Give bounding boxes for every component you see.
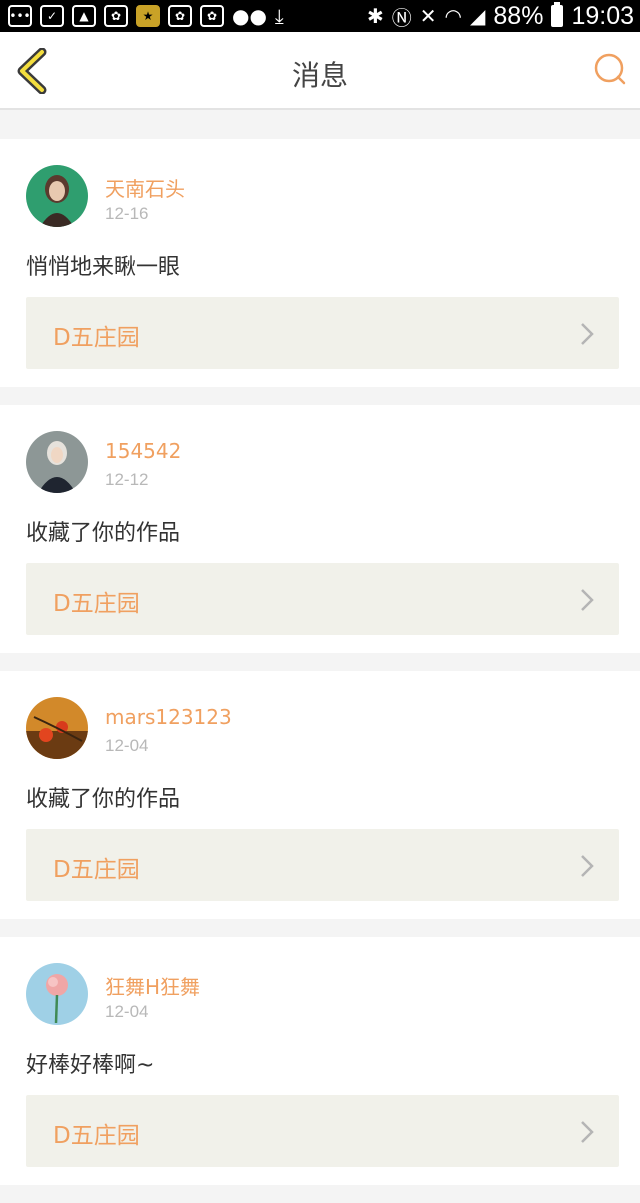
message-date: 12-12 <box>105 470 149 489</box>
edit-icon: ✓ <box>40 5 64 27</box>
work-title: D五庄园 <box>53 1123 140 1149</box>
nfc-icon: Ⓝ <box>391 7 412 30</box>
message-text: 好棒好棒啊~ <box>26 1053 155 1078</box>
avatar[interactable] <box>26 165 88 227</box>
chevron-right-icon <box>581 589 594 611</box>
paw-icon: ✿ <box>200 5 224 27</box>
signal-icon: ◢ <box>470 5 486 28</box>
message-card: 天南石头 12-16 悄悄地来瞅一眼 D五庄园 <box>0 139 640 387</box>
wechat-icon: ●● <box>232 4 267 28</box>
image-icon: ▲ <box>72 5 96 27</box>
mute-icon: ✕ <box>419 5 437 28</box>
message-text: 收藏了你的作品 <box>26 787 181 812</box>
status-bar: ••• ✓ ▲ ✿ ★ ✿ ✿ ●● ⤓ ✱ Ⓝ ✕ ◠ ◢ 88% 19:03 <box>0 0 640 32</box>
page-title: 消息 <box>291 59 348 92</box>
paw-icon: ✿ <box>168 5 192 27</box>
bluetooth-icon: ✱ <box>367 5 384 28</box>
paw-icon: ✿ <box>104 5 128 27</box>
download-icon: ⤓ <box>274 4 284 28</box>
chevron-right-icon <box>581 323 594 345</box>
message-list: 天南石头 12-16 悄悄地来瞅一眼 D五庄园 154542 12-12 收藏了… <box>0 122 640 1203</box>
work-link[interactable]: D五庄园 <box>26 1095 619 1167</box>
wifi-icon: ◠ <box>444 5 462 28</box>
avatar[interactable] <box>26 697 88 759</box>
work-link[interactable]: D五庄园 <box>26 829 619 901</box>
notification-icons: ••• ✓ ▲ ✿ ★ ✿ ✿ ●● ⤓ <box>8 0 284 32</box>
battery-percent: 88% <box>493 1 544 30</box>
username[interactable]: 天南石头 <box>105 173 185 202</box>
username[interactable]: 狂舞H狂舞 <box>105 971 200 1000</box>
search-icon <box>594 53 626 85</box>
clock: 19:03 <box>571 1 634 30</box>
battery-icon <box>551 2 564 27</box>
search-button[interactable] <box>592 52 628 88</box>
message-text: 收藏了你的作品 <box>26 521 181 546</box>
message-card: 狂舞H狂舞 12-04 好棒好棒啊~ D五庄园 <box>0 937 640 1185</box>
chevron-right-icon <box>581 855 594 877</box>
username[interactable]: mars123123 <box>105 705 232 729</box>
message-card: mars123123 12-04 收藏了你的作品 D五庄园 <box>0 671 640 919</box>
work-title: D五庄园 <box>53 325 140 351</box>
message-card: 154542 12-12 收藏了你的作品 D五庄园 <box>0 405 640 653</box>
avatar[interactable] <box>26 963 88 1025</box>
work-title: D五庄园 <box>53 591 140 617</box>
system-icons: ✱ Ⓝ ✕ ◠ ◢ 88% 19:03 <box>367 0 634 32</box>
username[interactable]: 154542 <box>105 439 181 463</box>
work-title: D五庄园 <box>53 857 140 883</box>
star-icon: ★ <box>136 5 160 27</box>
avatar[interactable] <box>26 431 88 493</box>
header: 消息 <box>0 32 640 110</box>
message-date: 12-04 <box>105 736 149 755</box>
chevron-right-icon <box>581 1121 594 1143</box>
message-icon: ••• <box>8 5 32 27</box>
message-text: 悄悄地来瞅一眼 <box>26 255 181 280</box>
work-link[interactable]: D五庄园 <box>26 563 619 635</box>
message-date: 12-04 <box>105 1002 149 1021</box>
work-link[interactable]: D五庄园 <box>26 297 619 369</box>
message-date: 12-16 <box>105 204 149 223</box>
